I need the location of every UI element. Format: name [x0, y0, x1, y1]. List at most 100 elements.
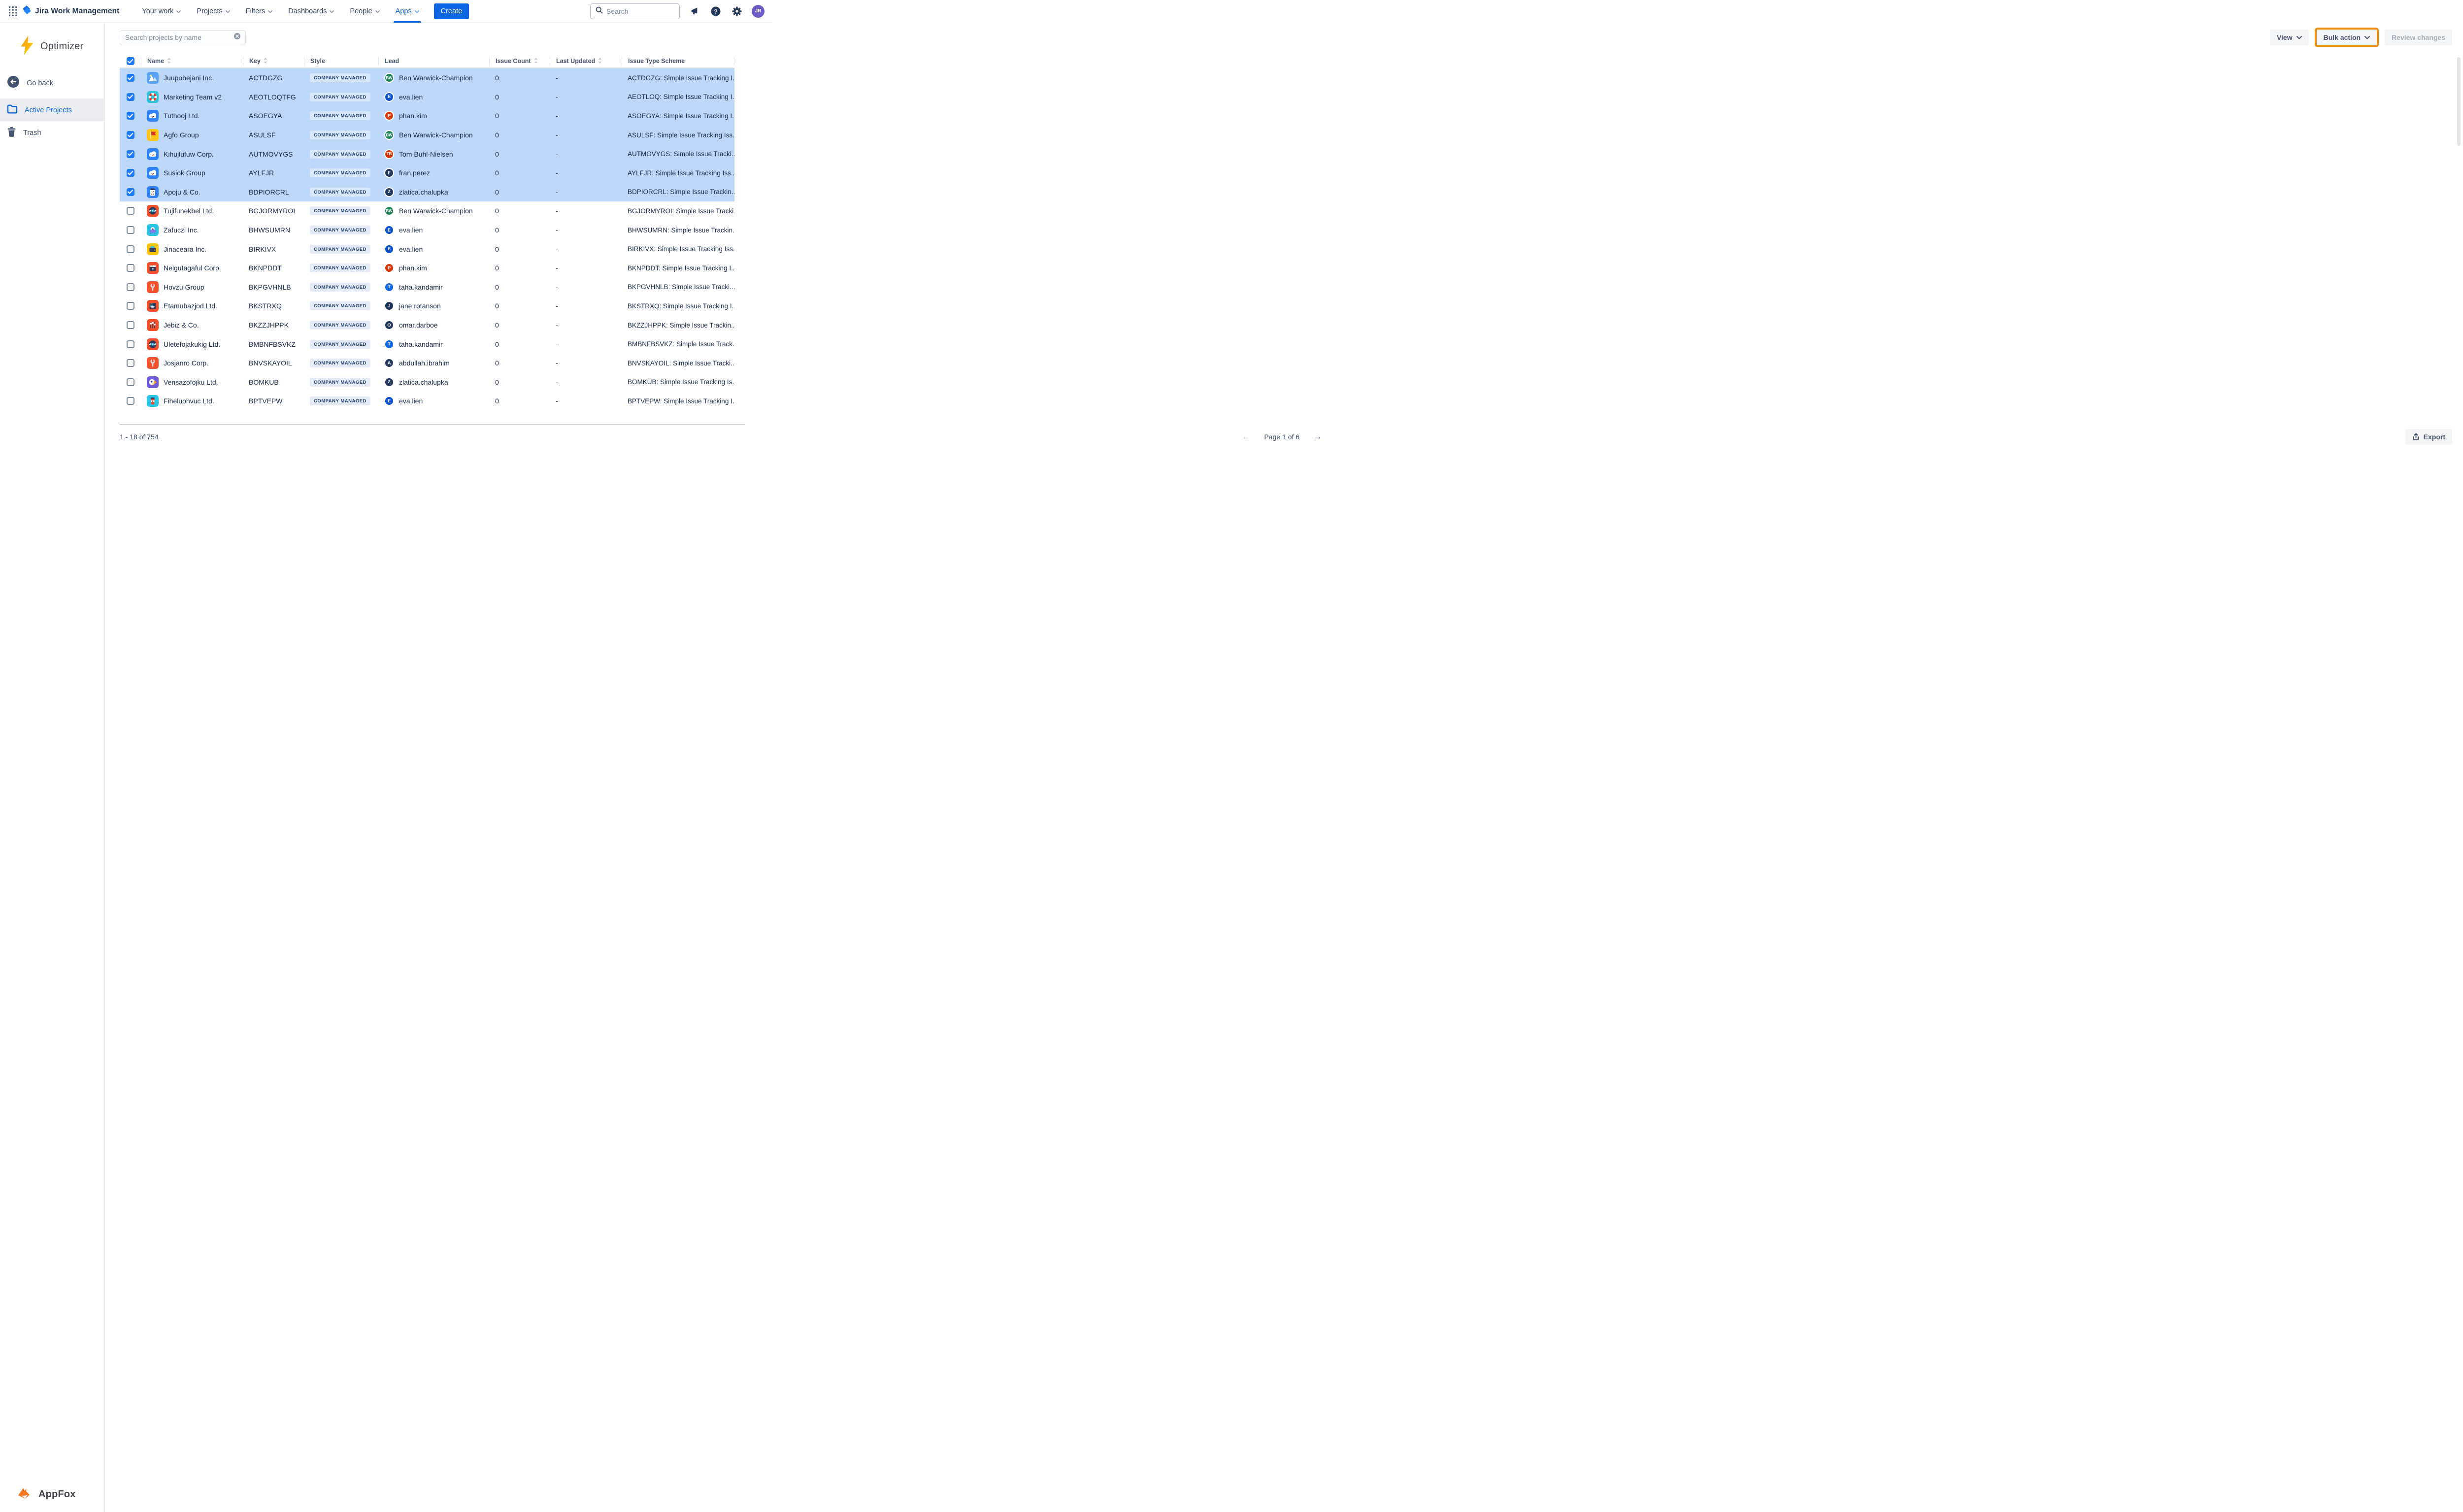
global-search[interactable]: [590, 3, 680, 19]
row-checkbox[interactable]: [127, 264, 134, 272]
issue-count: 0: [495, 397, 499, 405]
column-header-issue-type-scheme[interactable]: Issue Type Scheme: [622, 57, 734, 66]
row-checkbox[interactable]: [127, 150, 134, 158]
help-icon[interactable]: ?: [709, 5, 722, 18]
prev-page-button[interactable]: ←: [1242, 432, 1250, 442]
row-checkbox[interactable]: [127, 321, 134, 329]
project-search-input[interactable]: [125, 33, 233, 41]
fox-icon: [18, 1487, 34, 1502]
column-header-last-updated[interactable]: Last Updated: [550, 57, 622, 66]
sort-arrows-icon[interactable]: [534, 58, 538, 65]
nav-item-dashboards[interactable]: Dashboards: [280, 0, 342, 23]
table-row[interactable]: Marketing Team v2AEOTLOQTFGCOMPANY MANAG…: [120, 88, 734, 107]
issue-type-scheme-cell: BDPIORCRL: Simple Issue Trackin...: [622, 188, 734, 196]
table-row[interactable]: Agfo GroupASULSFCOMPANY MANAGEDBWBen War…: [120, 126, 734, 145]
last-updated-cell: -: [550, 93, 622, 101]
table-row[interactable]: Tuthooj Ltd.ASOEGYACOMPANY MANAGEDPphan.…: [120, 106, 734, 126]
nav-item-projects[interactable]: Projects: [189, 0, 237, 23]
row-checkbox[interactable]: [127, 169, 134, 177]
column-header-key[interactable]: Key: [243, 57, 304, 66]
row-checkbox[interactable]: [127, 283, 134, 291]
table-row[interactable]: Josjanro Corp.BNVSKAYOILCOMPANY MANAGEDA…: [120, 354, 734, 373]
sort-arrows-icon[interactable]: [598, 58, 602, 65]
table-row[interactable]: Uletefojakukig Ltd.BMBNFBSVKZCOMPANY MAN…: [120, 334, 734, 354]
table-row[interactable]: Susiok GroupAYLFJRCOMPANY MANAGEDFfran.p…: [120, 164, 734, 183]
last-updated-cell: -: [550, 207, 622, 215]
table-row[interactable]: Hovzu GroupBKPGVHNLBCOMPANY MANAGEDTtaha…: [120, 278, 734, 297]
style-badge: COMPANY MANAGED: [310, 359, 370, 367]
jira-brand[interactable]: Jira Work Management: [23, 5, 119, 17]
go-back-button[interactable]: Go back: [0, 70, 104, 99]
create-button[interactable]: Create: [434, 3, 469, 19]
table-row[interactable]: Fiheluohvuc Ltd.BPTVEPWCOMPANY MANAGEDEe…: [120, 392, 734, 411]
sort-arrows-icon[interactable]: [167, 58, 171, 65]
issue-type-scheme-cell: BPTVEPW: Simple Issue Tracking I...: [622, 397, 734, 405]
sidebar-item-active-projects[interactable]: Active Projects: [0, 99, 104, 121]
lead-name: eva.lien: [399, 93, 423, 101]
row-checkbox[interactable]: [127, 112, 134, 120]
scrollbar[interactable]: [2457, 57, 2461, 441]
column-header-issue-count[interactable]: Issue Count: [489, 57, 550, 66]
row-checkbox[interactable]: [127, 302, 134, 310]
nav-item-apps[interactable]: Apps: [388, 0, 427, 23]
style-badge: COMPANY MANAGED: [310, 263, 370, 272]
column-header-name[interactable]: Name: [141, 57, 243, 66]
column-header-style[interactable]: Style: [304, 57, 378, 66]
project-name: Juupobejani Inc.: [164, 74, 214, 82]
table-row[interactable]: Tujifunekbel Ltd.BGJORMYROICOMPANY MANAG…: [120, 201, 734, 221]
row-checkbox[interactable]: [127, 131, 134, 139]
sidebar-item-label: Trash: [23, 129, 41, 137]
row-checkbox[interactable]: [127, 359, 134, 367]
row-checkbox[interactable]: [127, 207, 134, 215]
clear-search-icon[interactable]: [233, 33, 241, 42]
table-row[interactable]: Nelgutagaful Corp.BKNPDDTCOMPANY MANAGED…: [120, 259, 734, 278]
sidebar-item-trash[interactable]: Trash: [0, 121, 104, 144]
cloud-icon: [147, 110, 159, 122]
row-checkbox[interactable]: [127, 188, 134, 196]
project-search[interactable]: [120, 30, 246, 45]
project-lead-cell: Eeva.lien: [378, 225, 489, 235]
lead-avatar: BW: [384, 73, 394, 83]
lead-avatar: E: [384, 396, 394, 406]
settings-gear-icon[interactable]: [731, 5, 743, 18]
table-row[interactable]: Jebiz & Co.BKZZJHPPKCOMPANY MANAGEDOomar…: [120, 316, 734, 335]
project-lead-cell: Oomar.darboe: [378, 320, 489, 330]
row-checkbox[interactable]: [127, 397, 134, 405]
user-avatar[interactable]: JR: [752, 5, 765, 18]
table-row[interactable]: Etamubazjod Ltd.BKSTRXQCOMPANY MANAGEDJj…: [120, 296, 734, 316]
app-switcher-icon[interactable]: [6, 0, 20, 23]
export-button[interactable]: Export: [2405, 429, 2452, 445]
table-row[interactable]: Zafuczi Inc.BHWSUMRNCOMPANY MANAGEDEeva.…: [120, 221, 734, 240]
lead-avatar: BW: [384, 130, 394, 140]
issue-count: 0: [495, 321, 499, 329]
table-row[interactable]: Apoju & Co.BDPIORCRLCOMPANY MANAGEDZzlat…: [120, 183, 734, 202]
review-changes-button[interactable]: Review changes: [2385, 30, 2452, 45]
project-lead-cell: Ttaha.kandamir: [378, 282, 489, 292]
sort-arrows-icon[interactable]: [264, 58, 267, 65]
row-checkbox[interactable]: [127, 226, 134, 234]
table-row[interactable]: Jinaceara Inc.BIRKIVXCOMPANY MANAGEDEeva…: [120, 239, 734, 259]
row-checkbox[interactable]: [127, 74, 134, 82]
table-row[interactable]: Vensazofojku Ltd.BOMKUBCOMPANY MANAGEDZz…: [120, 373, 734, 392]
row-checkbox[interactable]: [127, 340, 134, 348]
table-row[interactable]: Kihujlufuw Corp.AUTMOVYGSCOMPANY MANAGED…: [120, 144, 734, 164]
row-checkbox[interactable]: [127, 245, 134, 253]
view-dropdown[interactable]: View: [2270, 30, 2309, 45]
row-checkbox[interactable]: [127, 93, 134, 101]
global-search-input[interactable]: [606, 7, 666, 15]
nav-item-filters[interactable]: Filters: [238, 0, 280, 23]
last-updated: -: [556, 359, 558, 367]
next-page-button[interactable]: →: [1313, 432, 1322, 442]
table-row[interactable]: Juupobejani Inc.ACTDGZGCOMPANY MANAGEDBW…: [120, 68, 734, 88]
announcements-icon[interactable]: [688, 5, 701, 18]
nav-item-your-work[interactable]: Your work: [134, 0, 189, 23]
issue-type-scheme-cell: ASULSF: Simple Issue Tracking Iss...: [622, 131, 734, 139]
nav-item-people[interactable]: People: [342, 0, 387, 23]
select-all-checkbox[interactable]: [127, 57, 134, 65]
nav-item-label: Apps: [396, 7, 412, 15]
row-checkbox[interactable]: [127, 378, 134, 386]
column-header-lead[interactable]: Lead: [378, 57, 489, 66]
bulk-action-dropdown[interactable]: Bulk action: [2317, 30, 2377, 45]
sliders-icon: [147, 319, 159, 331]
issue-type-scheme-cell: BKZZJHPPK: Simple Issue Trackin...: [622, 322, 734, 329]
